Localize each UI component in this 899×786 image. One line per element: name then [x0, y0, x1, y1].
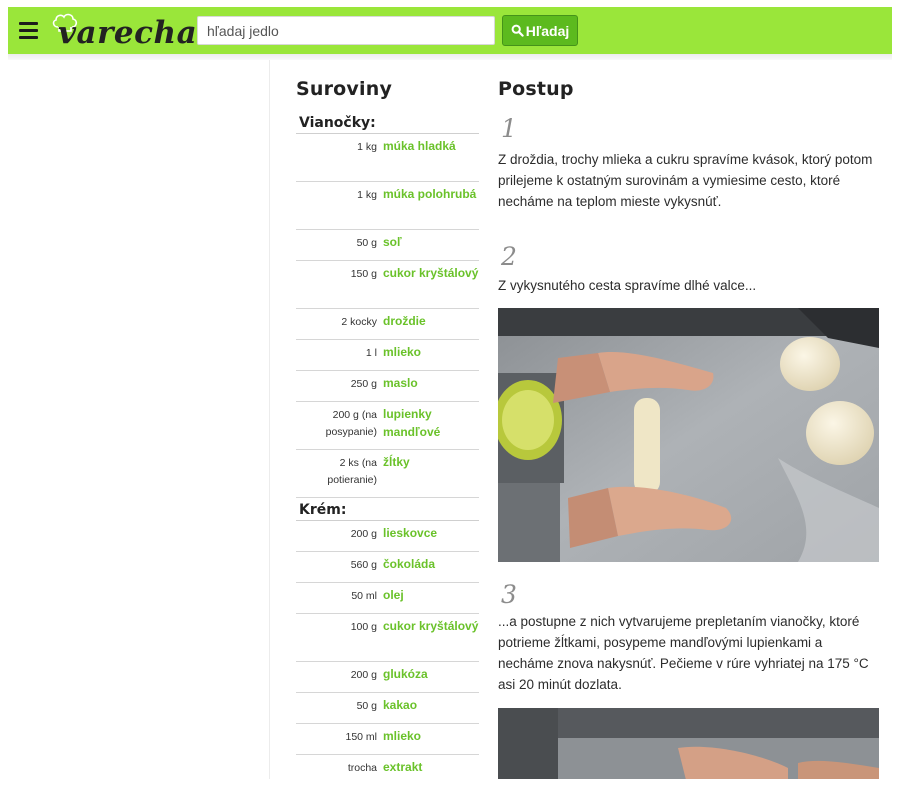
step-number: 3	[501, 580, 517, 609]
ingredient-group-title: Vianočky:	[296, 113, 479, 134]
ingredient-amount: 50 g	[356, 237, 377, 249]
step-text: ...a postupne z nich vytvarujeme preplet…	[498, 614, 869, 692]
ingredient-link[interactable]: olej	[378, 583, 479, 613]
ingredient-row: 100 g cukor kryštálový	[296, 614, 479, 662]
ingredient-link[interactable]: múka hladká	[378, 134, 479, 181]
ingredient-link[interactable]: mlieko	[378, 340, 479, 370]
ingredient-link[interactable]: žĺtky	[378, 450, 479, 497]
ingredient-link[interactable]: lieskovce	[378, 521, 479, 551]
ingredient-row: 200 g lieskovce	[296, 521, 479, 552]
ingredient-link[interactable]: cukor kryštálový	[378, 261, 479, 308]
step-number: 2	[501, 242, 517, 271]
ingredient-row: 200 g (na posypanie) lupienky mandľové	[296, 402, 479, 450]
ingredient-link[interactable]: mlieko	[378, 724, 479, 754]
ingredients-panel: Suroviny Vianočky: 1 kg múka hladká 1 kg múk…	[296, 60, 479, 779]
step-number: 1	[501, 114, 517, 143]
ingredient-link[interactable]: maslo	[378, 371, 479, 401]
step-3: 3 ...a postupne z nich vytvarujeme prepl…	[498, 580, 879, 779]
ingredient-amount: trocha	[347, 762, 377, 774]
ingredient-row: 150 ml mlieko	[296, 724, 479, 755]
ingredient-row: 150 g cukor kryštálový	[296, 261, 479, 309]
search-input[interactable]	[197, 16, 495, 45]
ingredient-amount: 1 kg	[357, 141, 377, 153]
ingredient-amount: 2 kocky	[341, 316, 377, 328]
search-button[interactable]: Hľadaj	[502, 15, 578, 46]
braiding-image	[498, 708, 879, 779]
ingredient-amount: 1 l	[365, 347, 377, 359]
ingredient-link[interactable]: čokoláda	[378, 552, 479, 582]
ingredient-group-title: Krém:	[296, 500, 479, 521]
ingredient-link[interactable]: múka polohrubá	[378, 182, 479, 229]
ingredient-amount: 150 g	[350, 268, 377, 280]
ingredient-link[interactable]: kakao	[378, 693, 479, 723]
ingredient-row: 1 kg múka hladká	[296, 134, 479, 182]
ingredient-row: 1 kg múka polohrubá	[296, 182, 479, 230]
ingredient-amount: 100 g	[350, 621, 377, 633]
ingredient-amount: 150 ml	[345, 731, 377, 743]
steps-panel: Postup 1 Z droždia, trochy mlieka a cukr…	[498, 60, 879, 779]
ingredient-link[interactable]: soľ	[378, 230, 479, 260]
ingredient-amount: 50 ml	[351, 590, 377, 602]
ingredient-link[interactable]: cukor kryštálový	[378, 614, 479, 661]
menu-icon[interactable]	[19, 22, 38, 39]
ingredient-link[interactable]: lupienky mandľové	[378, 402, 479, 449]
ingredient-row: 2 kocky droždie	[296, 309, 479, 340]
ingredients-title: Suroviny	[296, 78, 393, 100]
ingredient-row: 50 g kakao	[296, 693, 479, 724]
steps-title: Postup	[498, 78, 574, 100]
ingredient-row: 200 g glukóza	[296, 662, 479, 693]
logo-text: varecha	[58, 15, 198, 51]
ingredient-amount: 250 g	[350, 378, 377, 390]
ingredient-link[interactable]: droždie	[378, 309, 479, 339]
ingredient-link[interactable]: glukóza	[378, 662, 479, 692]
ingredient-amount: 200 g (na posypanie)	[325, 409, 377, 438]
search-button-label: Hľadaj	[525, 22, 570, 39]
ingredient-row: 50 g soľ	[296, 230, 479, 261]
left-sidebar	[8, 60, 270, 779]
ingredient-amount: 200 g	[350, 669, 377, 681]
ingredient-row: trochaextrakt vanilkový	[296, 755, 479, 779]
top-bar: varecha Hľadaj	[8, 7, 892, 54]
ingredient-link[interactable]: extrakt vanilkový	[378, 755, 479, 779]
step-text: Z vykysnutého cesta spravíme dlhé valce.…	[498, 278, 757, 293]
ingredient-amount: 50 g	[356, 700, 377, 712]
ingredient-amount: 1 kg	[357, 189, 377, 201]
ingredient-amount: 200 g	[350, 528, 377, 540]
ingredient-row: 250 g maslo	[296, 371, 479, 402]
step-2: 2 Z vykysnutého cesta spravíme dlhé valc…	[498, 242, 879, 562]
step-1: 1 Z droždia, trochy mlieka a cukru sprav…	[498, 114, 879, 212]
ingredient-row: 1 l mlieko	[296, 340, 479, 371]
step-photo-braiding	[498, 708, 879, 779]
ingredients-list: Vianočky: 1 kg múka hladká 1 kg múka polohru…	[296, 113, 479, 779]
step-text: Z droždia, trochy mlieka a cukru spravím…	[498, 152, 873, 209]
ingredient-amount: 560 g	[350, 559, 377, 571]
ingredient-row: 50 ml olej	[296, 583, 479, 614]
search-icon	[511, 24, 524, 37]
dough-rolling-image	[498, 308, 879, 562]
ingredient-row: 2 ks (na potieranie) žĺtky	[296, 450, 479, 498]
step-photo-dough-rolling	[498, 308, 879, 562]
ingredient-row: 560 g čokoláda	[296, 552, 479, 583]
ingredient-amount: 2 ks (na potieranie)	[327, 457, 377, 486]
page-frame: varecha Hľadaj Suroviny Vianočky:1 kgmúk…	[8, 7, 892, 779]
